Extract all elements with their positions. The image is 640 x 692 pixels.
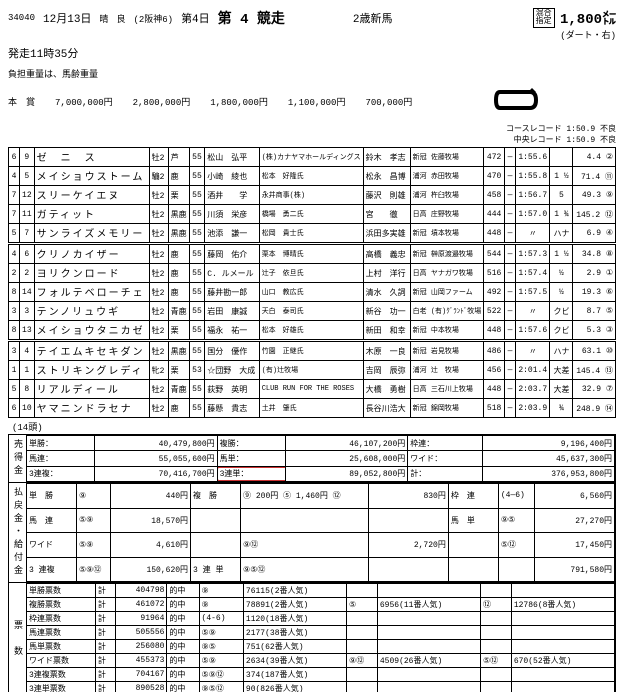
prize-2: 2,800,000円 — [133, 95, 191, 108]
prize-label: 本 賞 — [8, 95, 35, 108]
result-row: 813 メイショウタニカゼ 牡2栗55 福永 祐一松本 好雄氏 新田 和幸新冠 … — [9, 321, 616, 340]
central-record: 中央レコード 1:50.9 不良 — [8, 134, 616, 145]
result-row: 69 ゼ ニ ス 牡2芦55 松山 弘平(株)カナヤマホールディングス 鈴木 孝… — [9, 148, 616, 167]
sales-table: 単勝：40,479,800円複勝：46,107,200円枠連：9,196,400… — [26, 435, 615, 482]
prize-row: 本 賞 7,000,000円 2,800,000円 1,800,000円 1,1… — [8, 86, 616, 117]
start-time: 発走11時35分 — [8, 45, 616, 61]
votes-section: 票 数 単勝票数計404798的中⑨76115(2番人気)複勝票数計461072… — [8, 582, 616, 692]
sales-section: 売得金 単勝：40,479,800円複勝：46,107,200円枠連：9,196… — [8, 434, 616, 483]
result-row: 34 テイエムキセキダン 牡2黒鹿55 国分 優作竹園 正継氏 木原 一良新冠 … — [9, 342, 616, 361]
course: (ダート・右) — [560, 31, 616, 41]
result-row: 45 メイショウストーム 騸2鹿55 小崎 綾也松本 好隆氏 松永 昌博浦河 赤… — [9, 167, 616, 186]
payout-table: 単 勝⑨440円 複 勝⑨ 200円 ⑤ 1,460円 ⑫830円 枠 連(4―… — [26, 483, 615, 582]
result-row: 22 ヨリクンロード 牡2鹿55 C. ルメール辻子 依旦氏 上村 洋行日高 ヤ… — [9, 264, 616, 283]
header-row: 34040 12月13日 晴 良 (2阪神6) 第4日 第 4 競走 2歳新馬 … — [8, 8, 616, 41]
prize-4: 1,100,000円 — [288, 95, 346, 108]
records: コースレコード 1:50.9 不良 中央レコード 1:50.9 不良 — [8, 123, 616, 145]
race-number: 第 4 競走 — [218, 8, 285, 28]
sales-label: 売得金 — [9, 435, 26, 482]
prize-3: 1,800,000円 — [210, 95, 268, 108]
distance: 1,800㍍ — [560, 12, 616, 28]
result-row: 57 サンライズメモリー 牡2黒鹿55 池添 謙一松岡 貴士氏 浜田多実雄新冠 … — [9, 224, 616, 243]
result-row: 11 ストリキングレディ 牝2栗53 ☆団野 大成(有)辻牧場 吉岡 辰弥浦河 … — [9, 361, 616, 380]
dist-box: 混合 指定 — [533, 8, 555, 28]
race-code: 34040 — [8, 13, 35, 23]
result-row: 814 フォルテベローチェ 牡2鹿55 藤井勘一郎山口 教広氏 清水 久詞新冠 … — [9, 283, 616, 302]
payout-section: 払戻金・給付金 単 勝⑨440円 複 勝⑨ 200円 ⑤ 1,460円 ⑫830… — [8, 482, 616, 583]
result-row: 711 ガティット 牡2黒鹿55 川須 栄彦橋場 勇二氏 宮 徹日高 庄野牧場 … — [9, 205, 616, 224]
race-day: 第4日 — [181, 10, 210, 26]
payout-label: 払戻金・給付金 — [9, 483, 26, 582]
votes-label: 票 数 — [9, 583, 26, 692]
track-cond: 良 — [116, 12, 125, 25]
venue: (2阪神6) — [133, 12, 173, 25]
prize-5: 700,000円 — [365, 95, 412, 108]
race-date: 12月13日 — [43, 10, 91, 26]
course-record: コースレコード 1:50.9 不良 — [8, 123, 616, 134]
votes-table: 単勝票数計404798的中⑨76115(2番人気)複勝票数計461072的中⑨7… — [26, 583, 615, 692]
race-class: 2歳新馬 — [353, 10, 393, 26]
result-row: 610 ヤマニンドラセナ 牡2鹿55 藤懸 貴志土井 肇氏 長谷川浩大新冠 錦岡… — [9, 399, 616, 418]
result-row: 33 テンノリュウギ 牡2青鹿55 岩田 康誠天白 泰司氏 新谷 功一白老 (有… — [9, 302, 616, 321]
results-table: 69 ゼ ニ ス 牡2芦55 松山 弘平(株)カナヤマホールディングス 鈴木 孝… — [8, 147, 616, 418]
weather: 晴 — [99, 12, 108, 25]
weight-note: 負担重量は、馬齢重量 — [8, 67, 616, 80]
horse-count: (14頭) — [8, 418, 616, 435]
carabiner-icon — [492, 86, 542, 117]
prize-1: 7,000,000円 — [55, 95, 113, 108]
result-row: 58 リアルディール 牡2青鹿55 荻野 英明CLUB RUN FOR THE … — [9, 380, 616, 399]
result-row: 712 スリーケイエヌ 牡2栗55 酒井 学永井商事(株) 藤沢 則雄浦河 杵臼… — [9, 186, 616, 205]
result-row: 46 クリノカイザー 牡2鹿55 藤岡 佑介栗本 博晴氏 高橋 義忠新冠 榊原渡… — [9, 245, 616, 264]
